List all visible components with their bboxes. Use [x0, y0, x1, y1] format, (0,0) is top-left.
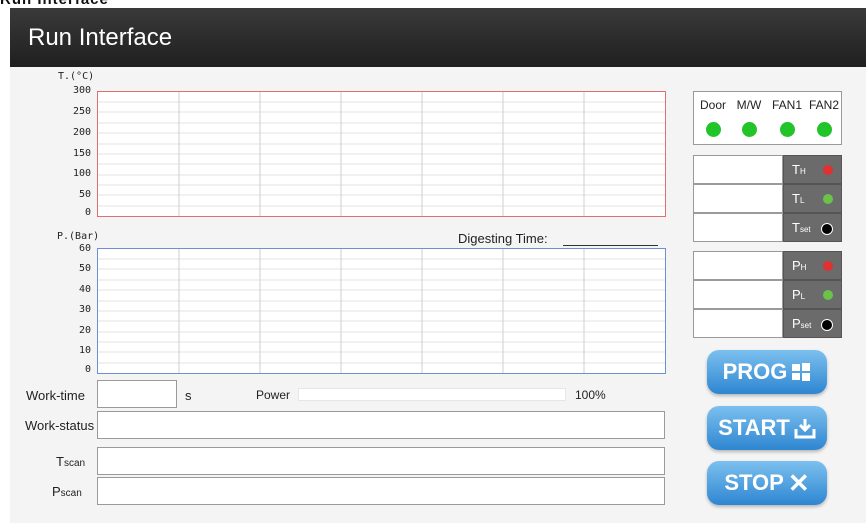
fan1-led-icon [780, 122, 795, 137]
pressure-tick: 60 [78, 243, 91, 254]
tscan-field [97, 447, 665, 475]
fan2-led-icon [817, 122, 832, 137]
red-led-icon [823, 165, 833, 175]
power-label: Power [256, 388, 291, 402]
black-led-icon [821, 319, 833, 331]
pressure-set-field[interactable] [693, 309, 783, 338]
pressure-tick: 0 [84, 364, 91, 375]
start-button-label: START [718, 415, 790, 440]
power-bar-fill [299, 389, 565, 400]
pressure-set-tag: Pset [783, 309, 842, 338]
temp-high-field [693, 155, 783, 184]
temp-tick: 50 [78, 189, 91, 200]
pressure-high-field [693, 251, 783, 280]
mw-label: M/W [736, 98, 762, 112]
door-led-icon [706, 122, 721, 137]
temp-tick: 250 [72, 106, 91, 117]
power-value: 100% [575, 388, 606, 402]
temperature-chart [97, 91, 666, 217]
worktime-field[interactable] [97, 380, 177, 408]
cut-off-header-text: Run Interface [0, 0, 270, 8]
tscan-label: Tscan [56, 454, 86, 469]
pressure-tick: 20 [78, 325, 91, 336]
temp-unit-label: T.(°C) [58, 71, 95, 82]
temp-tick: 0 [84, 207, 91, 218]
workstatus-label: Work-status [25, 418, 95, 433]
pressure-set-row: Pset [693, 309, 842, 338]
pressure-low-tag: PL [783, 280, 842, 309]
pscan-field [97, 477, 665, 505]
temp-low-field [693, 184, 783, 213]
pressure-high-row: PH [693, 251, 842, 280]
pressure-grid [98, 249, 665, 373]
workstatus-field [97, 411, 665, 439]
stop-button-label: STOP [724, 470, 784, 495]
red-led-icon [823, 261, 833, 271]
prog-button[interactable]: PROG [707, 350, 827, 394]
pressure-low-field [693, 280, 783, 309]
pressure-tick: 50 [78, 263, 91, 274]
fan2-label: FAN2 [808, 98, 839, 112]
black-led-icon [821, 223, 833, 235]
stop-button[interactable]: STOP ✕ [707, 461, 827, 505]
pressure-low-row: PL [693, 280, 842, 309]
pressure-tick: 30 [78, 304, 91, 315]
start-button[interactable]: START [707, 406, 827, 450]
pressure-unit-label: P.(Bar) [57, 231, 100, 242]
temp-low-tag: TL [783, 184, 842, 213]
temp-high-tag: TH [783, 155, 842, 184]
windows-icon [791, 350, 811, 398]
digesting-time-value-line [563, 245, 658, 246]
temp-tick: 100 [72, 168, 91, 179]
mw-led-icon [742, 122, 757, 137]
download-icon [794, 406, 816, 455]
pressure-high-tag: PH [783, 251, 842, 280]
pressure-tick: 40 [78, 284, 91, 295]
pscan-label: Pscan [52, 484, 82, 499]
temp-high-row: TH [693, 155, 842, 184]
temp-tick: 150 [72, 148, 91, 159]
temp-tick: 200 [72, 127, 91, 138]
temp-set-field[interactable] [693, 213, 783, 242]
green-led-icon [823, 194, 833, 204]
fan1-label: FAN1 [771, 98, 802, 112]
temp-low-row: TL [693, 184, 842, 213]
power-bar [298, 388, 566, 401]
title-bar: Run Interface [10, 8, 866, 67]
worktime-label: Work-time [26, 388, 85, 403]
close-icon: ✕ [787, 468, 810, 498]
green-led-icon [823, 290, 833, 300]
temperature-grid [98, 92, 665, 216]
status-indicator-panel: Door M/W FAN1 FAN2 [693, 91, 842, 145]
worktime-unit: s [185, 388, 192, 403]
temp-set-tag: Tset [783, 213, 842, 242]
temp-tick: 300 [72, 85, 91, 96]
prog-button-label: PROG [722, 359, 788, 384]
window-title: Run Interface [28, 24, 173, 51]
door-label: Door [699, 98, 726, 112]
digesting-time-label: Digesting Time: [458, 231, 548, 246]
pressure-chart [97, 248, 666, 374]
pressure-tick: 10 [78, 345, 91, 356]
temp-set-row: Tset [693, 213, 842, 242]
